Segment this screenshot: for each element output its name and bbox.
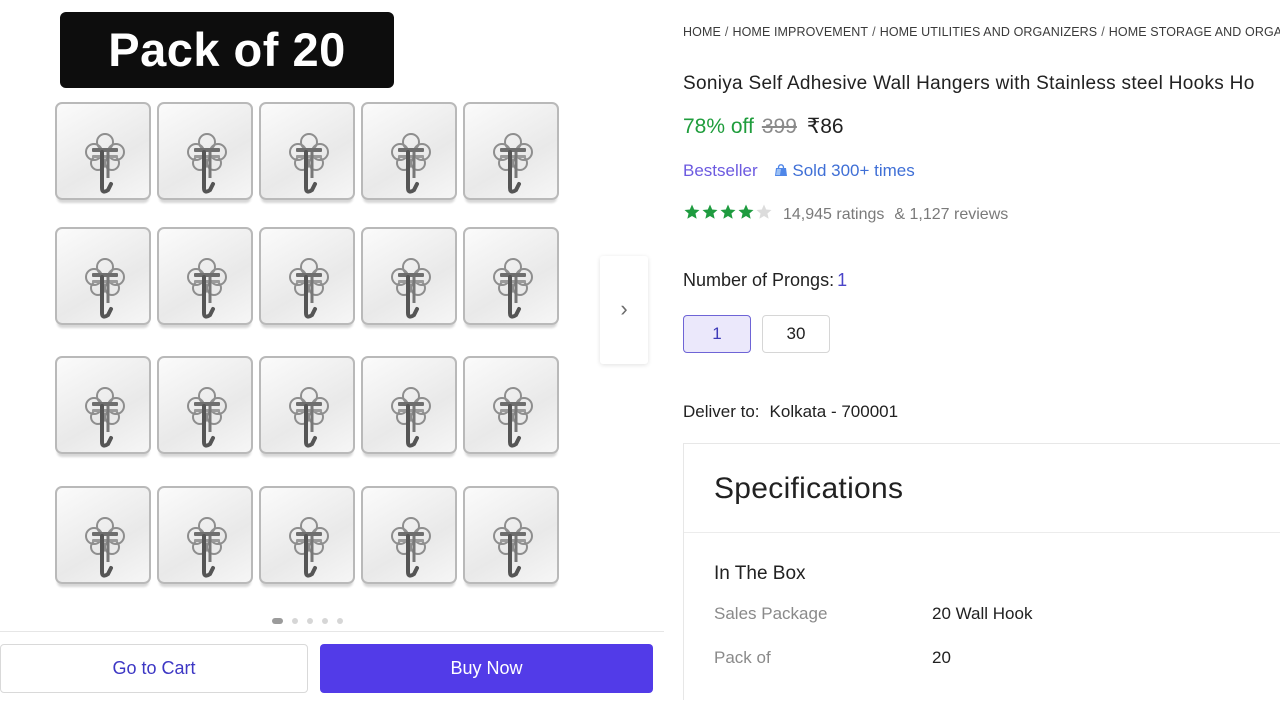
chevron-right-icon: › (620, 296, 628, 321)
star-icon (702, 204, 718, 219)
ratings-count: 14,945 ratings (783, 206, 885, 223)
bestseller-tag: Bestseller (683, 161, 758, 180)
pack-of-badge: Pack of 20 (60, 12, 394, 88)
breadcrumb: HOME / HOME IMPROVEMENT / HOME UTILITIES AND… (683, 25, 1280, 39)
carousel-dot[interactable] (292, 618, 298, 624)
wall-hook-tile (157, 102, 253, 200)
star-icon (720, 204, 736, 219)
spec-value: 20 Wall Hook (932, 604, 1033, 623)
product-details: HOME / HOME IMPROVEMENT / HOME UTILITIES AND… (683, 0, 1280, 700)
specifications-title: Specifications (714, 472, 904, 505)
deliver-to-label: Deliver to: (683, 402, 760, 421)
wall-hook-tile (157, 486, 253, 584)
wall-hook-tile (55, 227, 151, 325)
star-icon (684, 204, 700, 219)
wall-hook-tile (361, 356, 457, 454)
breadcrumb-separator: / (724, 25, 729, 39)
spec-key: Pack of (714, 648, 771, 667)
breadcrumb-item[interactable]: HOME UTILITIES AND ORGANIZERS (880, 25, 1098, 39)
wall-hook-tile (259, 227, 355, 325)
rating-summary[interactable]: 14,945 ratings & 1,127 reviews (683, 203, 1008, 226)
wall-hook-tile (55, 102, 151, 200)
breadcrumb-separator: / (1101, 25, 1105, 39)
original-price: 399 (761, 115, 797, 138)
prong-option-1[interactable]: 1 (683, 315, 751, 353)
wall-hook-tile (55, 486, 151, 584)
star-icon (738, 204, 754, 219)
shopping-bag-icon (775, 164, 788, 176)
wall-hook-tile (259, 486, 355, 584)
wall-hook-tile (259, 356, 355, 454)
sold-count-label: Sold 300+ times (792, 161, 915, 180)
star-rating (683, 203, 773, 226)
wall-hook-tile (55, 356, 151, 454)
wall-hook-tile (463, 486, 559, 584)
breadcrumb-item[interactable]: HOME IMPROVEMENT (732, 25, 868, 39)
star-icon (756, 204, 772, 219)
wall-hook-tile (361, 227, 457, 325)
carousel-dot[interactable] (307, 618, 313, 624)
carousel-dot[interactable] (272, 618, 283, 624)
wall-hook-tile (157, 356, 253, 454)
delivery-address: Kolkata - 700001 (769, 402, 899, 421)
carousel-dot[interactable] (322, 618, 328, 624)
wall-hook-tile (361, 486, 457, 584)
wall-hook-tile (259, 102, 355, 200)
wall-hook-tile (157, 227, 253, 325)
spec-key: Sales Package (714, 604, 828, 623)
wall-hook-tile (463, 227, 559, 325)
price-row: 78% off 399 ₹86 (683, 114, 844, 142)
buy-now-button[interactable]: Buy Now (320, 644, 653, 693)
product-tags: Bestseller Sold 300+ times (683, 161, 915, 181)
wall-hook-tile (463, 356, 559, 454)
next-image-button[interactable]: › (600, 256, 648, 364)
reviews-count: & 1,127 reviews (894, 206, 1009, 223)
breadcrumb-separator: / (872, 25, 876, 39)
specifications-card: Specifications In The Box Sales Package … (683, 443, 1280, 700)
product-image[interactable] (52, 100, 566, 600)
action-bar: Go to Cart Buy Now (0, 631, 664, 701)
variant-label: Number of Prongs: (683, 270, 835, 290)
carousel-dot[interactable] (337, 618, 343, 624)
wall-hook-tile (361, 102, 457, 200)
product-image-gallery[interactable]: Pack of 20 (0, 0, 600, 630)
discount-percent: 78% off (683, 115, 754, 138)
variant-selected-value: 1 (837, 270, 848, 290)
divider (684, 532, 1280, 533)
product-title: Soniya Self Adhesive Wall Hangers with S… (683, 73, 1255, 94)
go-to-cart-button[interactable]: Go to Cart (0, 644, 308, 693)
sold-count: Sold 300+ times (774, 161, 915, 180)
image-carousel-indicator (272, 617, 352, 625)
wall-hook-tile (463, 102, 559, 200)
spec-group-title: In The Box (714, 563, 806, 584)
selling-price: ₹86 (806, 115, 844, 138)
breadcrumb-item[interactable]: HOME (683, 25, 721, 39)
variant-selector-label: Number of Prongs: 1 (683, 270, 847, 291)
delivery-location[interactable]: Deliver to: Kolkata - 700001 (683, 402, 898, 422)
spec-value: 20 (932, 648, 951, 667)
prong-option-30[interactable]: 30 (762, 315, 830, 353)
breadcrumb-item[interactable]: HOME STORAGE AND ORGANIZA (1109, 25, 1280, 39)
